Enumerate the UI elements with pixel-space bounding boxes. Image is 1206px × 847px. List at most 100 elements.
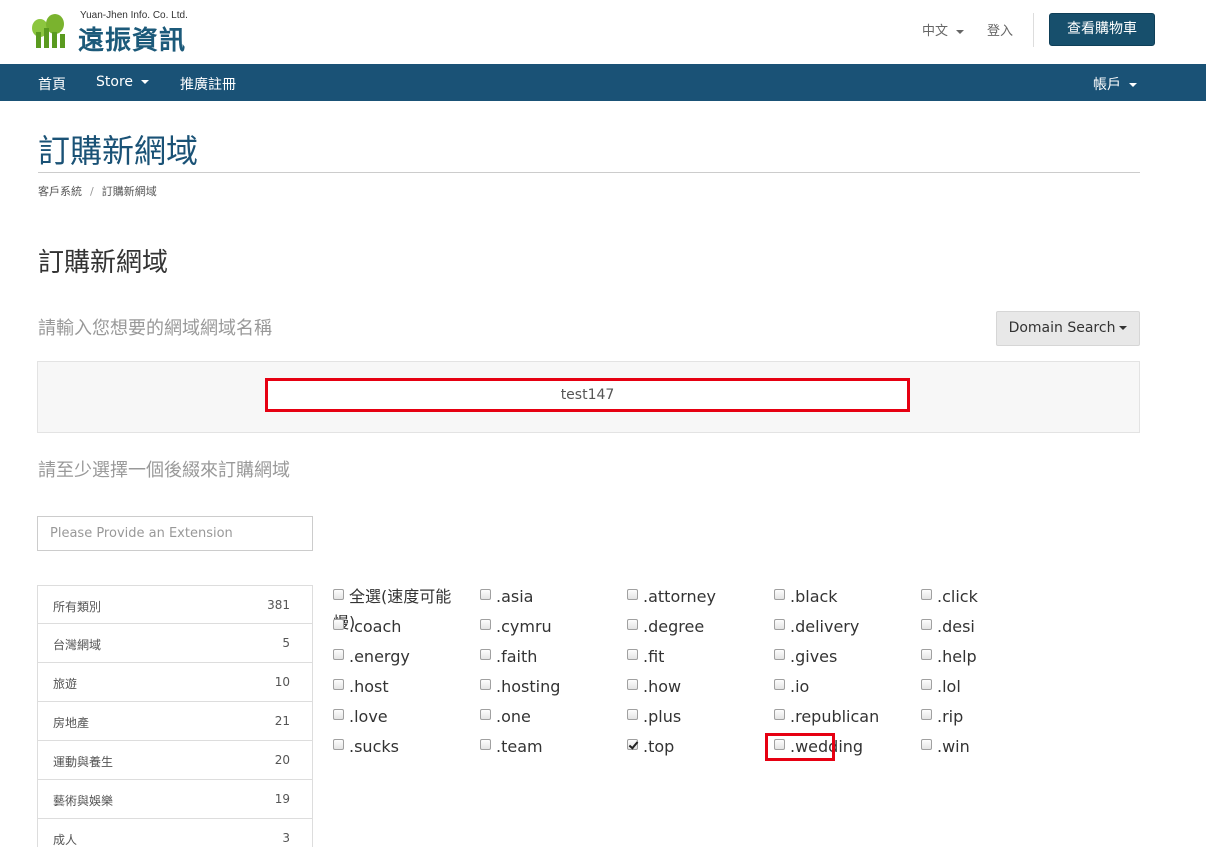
category-name: 房地產 [53, 716, 90, 730]
tld-option[interactable]: .top [627, 734, 674, 760]
checkbox-icon[interactable] [627, 649, 638, 660]
checkbox-icon[interactable] [921, 679, 932, 690]
tld-option[interactable]: .love [333, 704, 388, 730]
nav-store-label: Store [96, 74, 134, 90]
category-name: 旅遊 [53, 677, 78, 691]
checkbox-icon[interactable] [627, 679, 638, 690]
chevron-down-icon [141, 80, 150, 84]
section-title: 訂購新網域 [38, 248, 169, 278]
category-name: 台灣網域 [53, 638, 102, 652]
checkbox-icon[interactable] [333, 619, 344, 630]
category-count: 381 [267, 598, 290, 612]
tld-option[interactable]: .coach [333, 614, 401, 640]
category-count: 19 [274, 792, 290, 806]
extension-filter-input[interactable]: Please Provide an Extension [37, 516, 313, 551]
checkbox-icon[interactable] [627, 709, 638, 720]
tld-option[interactable]: .lol [921, 674, 961, 700]
tld-label: .coach [349, 617, 402, 636]
checkbox-icon[interactable] [774, 709, 785, 720]
category-item[interactable]: 運動與養生 20 [37, 741, 313, 780]
checkbox-icon[interactable] [627, 589, 638, 600]
tld-option[interactable]: .faith [480, 644, 537, 670]
tld-label: .help [937, 647, 977, 666]
tld-option[interactable]: .energy [333, 644, 410, 670]
tld-option[interactable]: .how [627, 674, 681, 700]
tld-option[interactable]: .attorney [627, 584, 716, 610]
checkbox-icon[interactable] [921, 649, 932, 660]
checkbox-icon[interactable] [921, 589, 932, 600]
tld-option[interactable]: .fit [627, 644, 664, 670]
view-cart-button[interactable]: 查看購物車 [1049, 13, 1155, 46]
tld-label: .degree [643, 617, 705, 636]
checkbox-icon[interactable] [774, 649, 785, 660]
breadcrumb-client-area[interactable]: 客戶系統 [38, 185, 82, 198]
language-dropdown[interactable]: 中文 [922, 20, 965, 39]
checkbox-icon[interactable] [480, 739, 491, 750]
domain-search-dropdown[interactable]: Domain Search [996, 311, 1140, 346]
category-count: 5 [282, 636, 290, 650]
tld-label: .republican [790, 707, 880, 726]
category-item[interactable]: 台灣網域 5 [37, 624, 313, 663]
domain-name-input[interactable]: test147 [265, 378, 910, 412]
logo-title: 遠振資訊 [78, 26, 187, 56]
checkbox-icon[interactable] [921, 709, 932, 720]
tld-option[interactable]: .desi [921, 614, 975, 640]
tld-option[interactable]: .host [333, 674, 389, 700]
checkbox-icon[interactable] [627, 619, 638, 630]
tld-option[interactable]: .help [921, 644, 977, 670]
tld-label: .delivery [790, 617, 860, 636]
tld-label: .one [496, 707, 531, 726]
checkbox-icon[interactable] [333, 739, 344, 750]
tld-option[interactable]: .republican [774, 704, 879, 730]
tld-option[interactable]: .asia [480, 584, 533, 610]
checkbox-icon[interactable] [774, 679, 785, 690]
tld-option[interactable]: .one [480, 704, 531, 730]
checkbox-icon[interactable] [480, 679, 491, 690]
company-logo[interactable]: Yuan-Jhen Info. Co. Ltd. 遠振資訊 [30, 8, 200, 56]
tld-option[interactable]: .team [480, 734, 543, 760]
nav-store[interactable]: Store [96, 74, 150, 90]
selected-tld-highlight [765, 733, 835, 761]
tld-option[interactable]: .sucks [333, 734, 399, 760]
tld-option[interactable]: .io [774, 674, 809, 700]
page-title: 訂購新網域 [38, 132, 199, 170]
checkbox-icon[interactable] [921, 739, 932, 750]
tld-option[interactable]: .win [921, 734, 970, 760]
tld-option[interactable]: .gives [774, 644, 837, 670]
checkbox-icon[interactable] [480, 589, 491, 600]
checkbox-icon[interactable] [921, 619, 932, 630]
category-item[interactable]: 所有類別 381 [37, 585, 313, 624]
checkbox-icon[interactable] [480, 619, 491, 630]
checkbox-icon[interactable] [774, 589, 785, 600]
tld-option[interactable]: .click [921, 584, 978, 610]
checkbox-icon[interactable] [333, 709, 344, 720]
category-item[interactable]: 成人 3 [37, 819, 313, 847]
category-item[interactable]: 房地產 21 [37, 702, 313, 741]
tld-option[interactable]: .rip [921, 704, 963, 730]
tld-option[interactable]: .cymru [480, 614, 552, 640]
extension-hint: 請至少選擇一個後綴來訂購網域 [38, 460, 290, 481]
nav-account[interactable]: 帳戶 [1093, 74, 1137, 94]
nav-affiliate[interactable]: 推廣註冊 [180, 74, 236, 94]
tld-option[interactable]: .black [774, 584, 838, 610]
checkbox-icon[interactable] [774, 619, 785, 630]
checkbox-icon[interactable] [333, 679, 344, 690]
checkbox-icon[interactable] [333, 589, 344, 600]
checkbox-icon[interactable] [333, 649, 344, 660]
checkbox-checked-icon[interactable] [627, 739, 638, 750]
tld-label: .top [643, 737, 675, 756]
login-link[interactable]: 登入 [987, 20, 1013, 39]
checkbox-icon[interactable] [480, 649, 491, 660]
checkbox-icon[interactable] [480, 709, 491, 720]
tld-label: .plus [643, 707, 682, 726]
tld-option[interactable]: .delivery [774, 614, 859, 640]
category-item[interactable]: 藝術與娛樂 19 [37, 780, 313, 819]
tld-option[interactable]: .plus [627, 704, 681, 730]
language-label: 中文 [922, 24, 949, 39]
category-item[interactable]: 旅遊 10 [37, 663, 313, 702]
nav-home[interactable]: 首頁 [38, 74, 66, 94]
tld-label: .fit [643, 647, 665, 666]
tld-option[interactable]: .hosting [480, 674, 560, 700]
tld-option[interactable]: .degree [627, 614, 704, 640]
tld-label: .faith [496, 647, 538, 666]
